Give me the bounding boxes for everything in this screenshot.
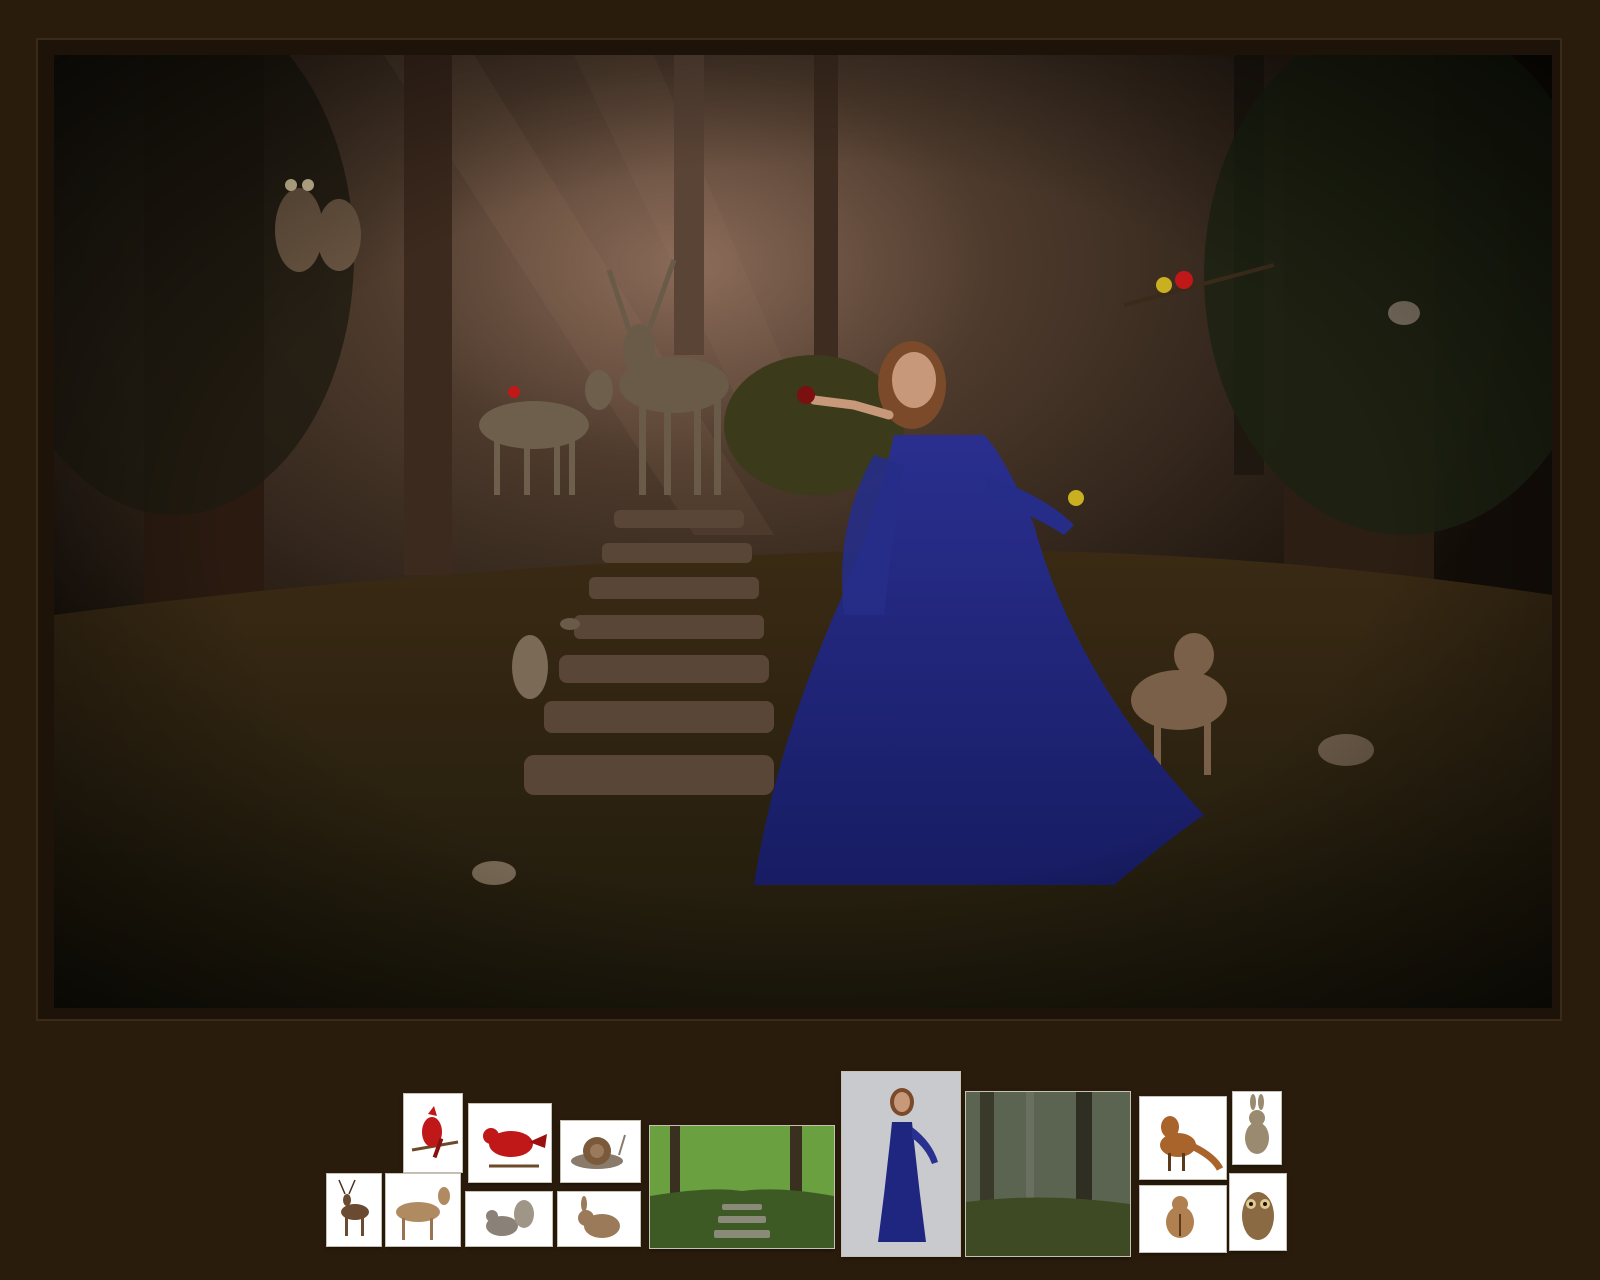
thumb-chipmunk[interactable] <box>1140 1186 1226 1252</box>
thumb-snail[interactable] <box>561 1121 640 1182</box>
thumb-squirrel[interactable] <box>466 1192 552 1246</box>
forest-path-image <box>650 1126 834 1248</box>
rabbit-icon <box>578 1196 620 1238</box>
owl-icon <box>1242 1192 1274 1240</box>
snail-icon <box>571 1134 626 1169</box>
thumb-deer-doe[interactable] <box>386 1174 460 1246</box>
chipmunk-icon <box>1166 1196 1194 1238</box>
squirrel-icon <box>486 1200 534 1236</box>
thumb-model-blue-dress[interactable] <box>842 1072 960 1256</box>
thumb-deer-buck[interactable] <box>327 1174 381 1246</box>
deer-icon <box>338 1179 369 1236</box>
thumb-rabbit-sitting[interactable] <box>558 1192 640 1246</box>
thumb-cardinal-perched[interactable] <box>469 1104 551 1182</box>
thumb-rabbit-standing[interactable] <box>1233 1092 1281 1164</box>
cardinal-icon <box>411 1106 459 1159</box>
cardinal-icon <box>483 1128 547 1168</box>
model-portrait-image <box>842 1072 960 1256</box>
thumb-forest-stone-path[interactable] <box>650 1126 834 1248</box>
rabbit-icon <box>1245 1094 1269 1154</box>
fox-icon <box>1160 1116 1224 1171</box>
thumb-owl[interactable] <box>1230 1174 1286 1250</box>
forest-scene <box>54 55 1552 1008</box>
misty-forest-image <box>966 1092 1130 1256</box>
composite-artwork[interactable] <box>54 55 1552 1008</box>
thumb-fox[interactable] <box>1140 1097 1226 1179</box>
deer-icon <box>396 1187 450 1240</box>
thumb-cardinal-on-branch[interactable] <box>404 1094 462 1172</box>
thumb-misty-forest[interactable] <box>966 1092 1130 1256</box>
